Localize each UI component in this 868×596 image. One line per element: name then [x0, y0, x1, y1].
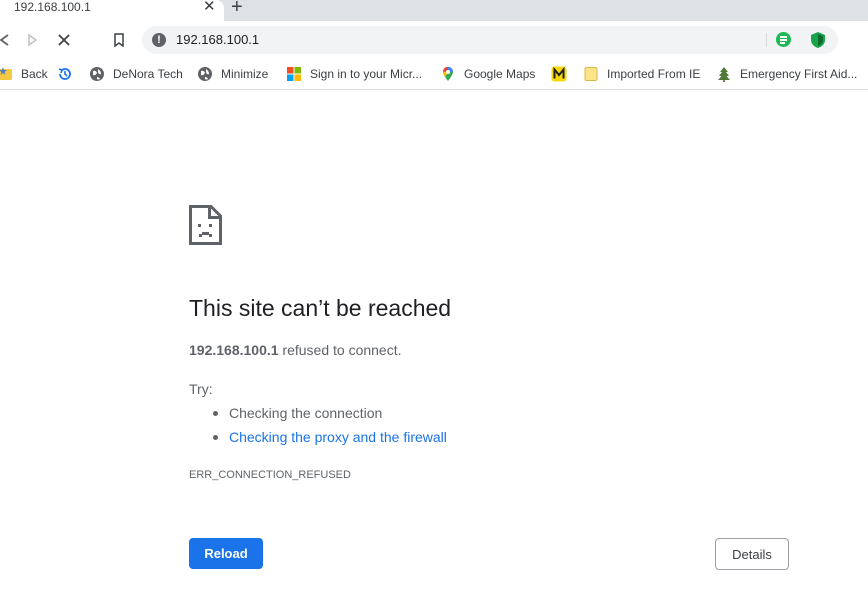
back-icon[interactable]	[0, 29, 16, 51]
folder-star-icon	[0, 66, 13, 82]
close-icon[interactable]: ✕	[203, 0, 216, 15]
bookmark-label: Emergency First Aid...	[740, 67, 858, 81]
details-button[interactable]: Details	[715, 538, 789, 570]
bookmark-microsoft-signin[interactable]: Sign in to your Micr...	[286, 64, 422, 84]
bookmark-minimize[interactable]: Minimize	[197, 64, 268, 84]
tab-active[interactable]: 192.168.100.1 ✕	[0, 0, 224, 21]
shield-icon[interactable]	[809, 31, 827, 49]
error-description-text: refused to connect.	[278, 342, 402, 358]
error-description: 192.168.100.1 refused to connect.	[189, 340, 402, 360]
toolbar: ! 192.168.100.1	[0, 21, 868, 59]
bookmark-label: Imported From IE	[607, 67, 701, 81]
bookmark-icon[interactable]	[108, 29, 130, 51]
stop-icon[interactable]	[53, 29, 75, 51]
bookmark-google-maps[interactable]: Google Maps	[440, 64, 535, 84]
bookmark-emergency-first-aid[interactable]: Emergency First Aid...	[716, 64, 857, 84]
address-input[interactable]: 192.168.100.1	[176, 26, 259, 54]
suggestion-check-proxy-firewall[interactable]: Checking the proxy and the firewall	[213, 427, 447, 447]
tab-strip: 192.168.100.1 ✕ +	[0, 0, 868, 21]
reload-button[interactable]: Reload	[189, 538, 263, 569]
globe-icon	[89, 66, 105, 82]
suggestion-check-connection: Checking the connection	[213, 403, 382, 423]
proxy-firewall-link[interactable]: Checking the proxy and the firewall	[229, 429, 447, 445]
error-host: 192.168.100.1	[189, 342, 279, 358]
bookmark-imported-from-ie[interactable]: Imported From IE	[583, 64, 700, 84]
new-tab-icon[interactable]: +	[231, 0, 243, 17]
bookmark-back[interactable]: Back	[0, 64, 48, 84]
bookmark-m[interactable]	[551, 64, 575, 84]
error-code: ERR_CONNECTION_REFUSED	[189, 469, 351, 481]
history-icon	[57, 66, 73, 82]
m-logo-icon	[551, 66, 567, 82]
bookmark-label: Google Maps	[464, 67, 536, 81]
bookmark-label: Minimize	[221, 67, 269, 81]
sad-page-icon	[189, 205, 222, 245]
extension-icon[interactable]	[776, 32, 791, 47]
bookmark-label: Sign in to your Micr...	[310, 67, 423, 81]
bookmark-history[interactable]	[57, 64, 81, 84]
error-title: This site can’t be reached	[189, 295, 452, 321]
bookmark-denora-tech[interactable]: DeNora Tech	[89, 64, 183, 84]
forward-icon[interactable]	[21, 29, 43, 51]
microsoft-icon	[286, 66, 302, 82]
tab-title: 192.168.100.1	[14, 0, 91, 14]
divider	[766, 33, 767, 47]
address-bar[interactable]: ! 192.168.100.1	[142, 26, 838, 54]
maps-pin-icon	[440, 66, 456, 82]
try-label: Try:	[189, 381, 213, 397]
bookmark-label: Back	[21, 67, 48, 81]
bookmark-label: DeNora Tech	[113, 67, 183, 81]
bookmarks-bar: Back DeNora Tech Minimize Sign in to you…	[0, 59, 868, 90]
folder-icon	[583, 66, 599, 82]
globe-icon	[197, 66, 213, 82]
tree-icon	[716, 66, 732, 82]
suggestion-text: Checking the connection	[229, 405, 383, 421]
site-info-icon[interactable]: !	[152, 33, 166, 47]
